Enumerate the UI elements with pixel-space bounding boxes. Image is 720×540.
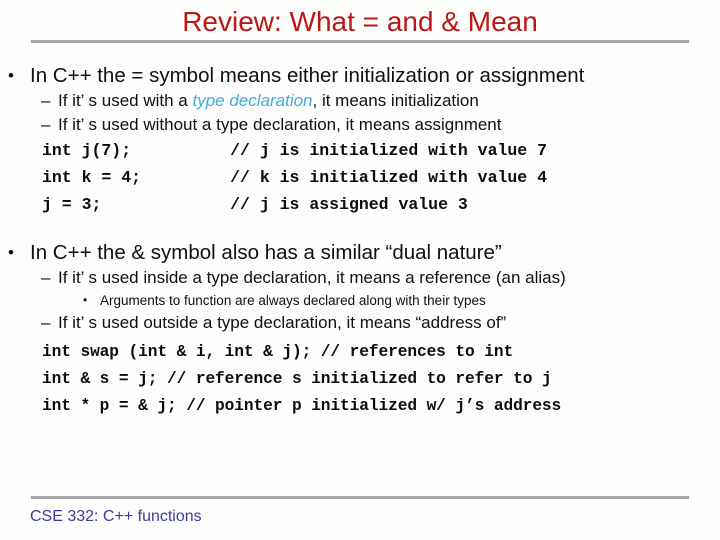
dash-marker-icon: – (41, 91, 51, 110)
bullet-level2-assignment: – If it’ s used without a type declarati… (0, 113, 720, 137)
bullet-level2-reference: – If it’ s used inside a type declaratio… (0, 266, 720, 290)
bullet-level2-initialization: – If it’ s used with a type declaration,… (0, 89, 720, 113)
dash-marker-icon: – (41, 313, 51, 332)
dash-marker-icon: – (41, 268, 51, 287)
slide-body: • In C++ the = symbol means either initi… (0, 62, 720, 420)
bullet-level2-address-of: – If it’ s used outside a type declarati… (0, 311, 720, 335)
bullet-level2-initialization-prefix: If it’ s used with a (58, 91, 193, 110)
code-line-6: int * p = & j; // pointer p initialized … (42, 397, 562, 415)
code-line-5: int & s = j; // reference s initialized … (42, 370, 552, 388)
bullet-level2-reference-text: If it’ s used inside a type declaration,… (58, 268, 566, 287)
code-line-4: int swap (int & i, int & j); // referenc… (42, 343, 514, 361)
bullet-level3-arguments-text: Arguments to function are always declare… (100, 293, 486, 308)
dash-marker-icon: – (41, 115, 51, 134)
bullet-level2-initialization-suffix: , it means initialization (312, 91, 479, 110)
footer-label: CSE 332: C++ functions (30, 508, 202, 525)
slide: Review: What = and & Mean • In C++ the =… (0, 0, 720, 540)
code-line-3: j = 3; // j is assigned value 3 (42, 195, 468, 214)
title-block: Review: What = and & Mean (0, 6, 720, 38)
page-title: Review: What = and & Mean (182, 6, 538, 37)
code-line-1: int j(7); // j is initialized with value… (42, 141, 547, 160)
code-line-2: int k = 4; // k is initialized with valu… (42, 168, 547, 187)
bullet-level1-ampersand: • In C++ the & symbol also has a similar… (0, 239, 720, 266)
bullet-level1-equals-text: In C++ the = symbol means either initial… (30, 64, 585, 87)
bullet-marker-icon: • (8, 243, 14, 262)
bullet-marker-icon: • (83, 293, 88, 307)
bullet-marker-icon: • (8, 66, 14, 85)
bullet-level1-equals: • In C++ the = symbol means either initi… (0, 62, 720, 89)
bullet-level2-address-of-text: If it’ s used outside a type declaration… (58, 313, 507, 332)
emphasis-type-declaration: type declaration (192, 91, 313, 110)
footer-divider (31, 496, 689, 499)
title-divider (31, 40, 689, 43)
bullet-level3-arguments: • Arguments to function are always decla… (0, 290, 720, 311)
bullet-level1-ampersand-text: In C++ the & symbol also has a similar “… (30, 241, 502, 264)
bullet-level2-assignment-text: If it’ s used without a type declaration… (58, 115, 502, 134)
